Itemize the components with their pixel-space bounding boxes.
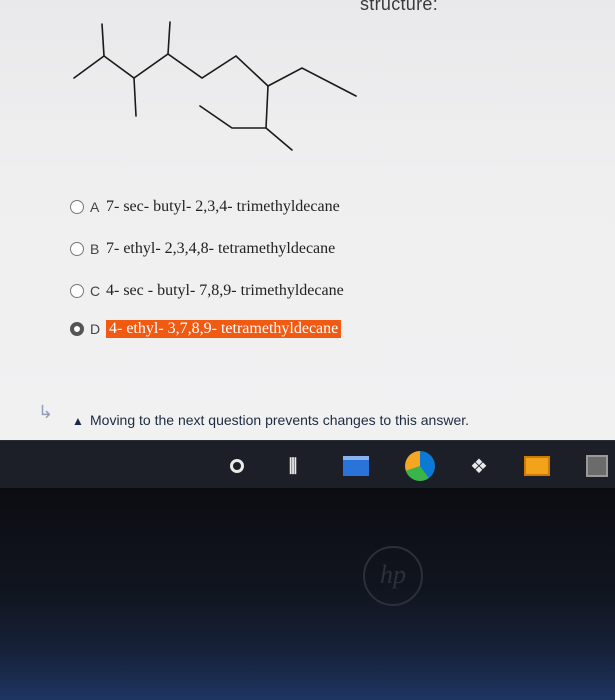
- radio-option-c[interactable]: [70, 284, 84, 298]
- mail-icon[interactable]: [524, 453, 550, 479]
- warning-icon: ▲: [72, 414, 84, 428]
- option-c-letter: C: [90, 283, 101, 299]
- store-icon[interactable]: [584, 453, 610, 479]
- bond-methyl-3: [167, 21, 171, 55]
- radio-option-b[interactable]: [70, 242, 84, 256]
- quiz-screen: structure: A 7- sec- butyl- 2,3,4- trime…: [0, 0, 615, 440]
- return-arrow-icon: ↳: [38, 402, 54, 422]
- hp-logo: hp: [363, 546, 423, 606]
- option-b[interactable]: B 7- ethyl- 2,3,4,8- tetramethyldecane: [70, 240, 335, 258]
- option-d-letter: D: [90, 321, 101, 337]
- option-c-text: 4- sec - butyl- 7,8,9- trimethyldecane: [106, 282, 344, 299]
- windows-taskbar: ⫼ ❖: [0, 440, 615, 489]
- option-d[interactable]: D 4- ethyl- 3,7,8,9- tetramethyldecane: [70, 320, 342, 338]
- navigation-warning: ↳ ▲ Moving to the next question prevents…: [38, 402, 598, 440]
- bond-methyl-4: [265, 127, 293, 151]
- option-b-text: 7- ethyl- 2,3,4,8- tetramethyldecane: [106, 240, 336, 257]
- search-icon[interactable]: [224, 453, 250, 479]
- file-explorer-icon[interactable]: [343, 453, 369, 479]
- task-view-icon[interactable]: ⫼: [280, 453, 306, 479]
- bond-methyl-2: [133, 77, 137, 117]
- dropbox-icon[interactable]: ❖: [466, 453, 492, 479]
- bond-ethyl-branch: [199, 85, 269, 129]
- option-d-text: 4- ethyl- 3,7,8,9- tetramethyldecane: [106, 320, 342, 338]
- option-c[interactable]: C 4- sec - butyl- 7,8,9- trimethyldecane: [70, 282, 344, 300]
- question-title: structure:: [360, 0, 439, 14]
- option-a-letter: A: [90, 199, 100, 215]
- edge-browser-icon[interactable]: [402, 448, 438, 484]
- laptop-body: [0, 488, 615, 700]
- warning-text: Moving to the next question prevents cha…: [90, 412, 470, 428]
- bond-chain: [73, 53, 357, 97]
- bond-methyl-1: [101, 23, 105, 57]
- option-a[interactable]: A 7- sec- butyl- 2,3,4- trimethyldecane: [70, 198, 340, 216]
- option-a-text: 7- sec- butyl- 2,3,4- trimethyldecane: [106, 198, 340, 215]
- radio-option-a[interactable]: [70, 200, 84, 214]
- radio-option-d-selected[interactable]: [70, 322, 84, 336]
- skeletal-structure-diagram: [73, 21, 357, 151]
- option-b-letter: B: [90, 241, 100, 257]
